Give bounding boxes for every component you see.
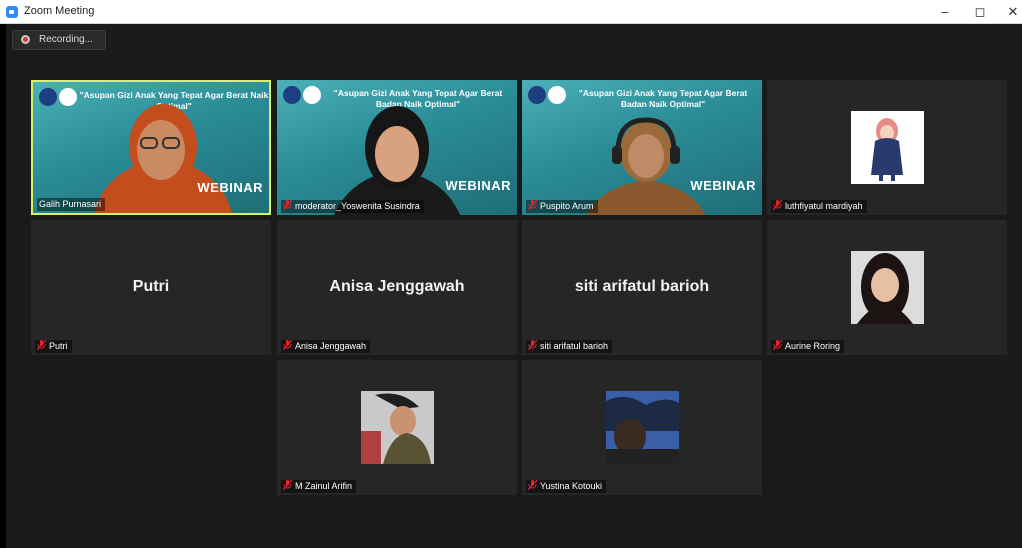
organizer-logo-icon <box>39 88 57 106</box>
participant-video-person <box>94 104 232 213</box>
participant-name: Putri <box>49 341 68 351</box>
participant-name: M Zainul Arifin <box>295 481 353 491</box>
participant-tile-putri[interactable]: Putri Putri <box>31 220 271 355</box>
portrait-photo-icon <box>361 391 434 464</box>
participant-name-tag: Anisa Jenggawah <box>281 340 371 353</box>
profile-picture <box>851 111 924 184</box>
participant-name-tag: Aurine Roring <box>771 340 845 353</box>
muted-mic-icon <box>773 340 782 350</box>
participant-name-tag: luthfiyatul mardiyah <box>771 200 867 213</box>
profile-picture <box>606 391 679 464</box>
participant-tile-anisa-jenggawah[interactable]: Anisa Jenggawah Anisa Jenggawah <box>277 220 517 355</box>
portrait-photo-icon <box>606 391 679 464</box>
participant-tile-puspito-arum[interactable]: "Asupan Gizi Anak Yang Tepat Agar Berat … <box>522 80 762 215</box>
restore-button[interactable]: ◻ <box>965 2 995 22</box>
record-icon <box>21 35 30 44</box>
organizer-logo-icon <box>283 86 301 104</box>
participant-name-tag: Putri <box>35 340 72 353</box>
participant-display-name: Putri <box>132 278 170 295</box>
participant-name-tag: siti arifatul barioh <box>526 340 613 353</box>
portrait-photo-icon <box>851 251 924 324</box>
participant-name: moderator_Yoswenita Susindra <box>295 201 420 211</box>
webinar-label: WEBINAR <box>197 180 263 195</box>
participant-tile-moderator[interactable]: "Asupan Gizi Anak Yang Tepat Agar Berat … <box>277 80 517 215</box>
participant-video-person <box>334 106 460 215</box>
profile-picture <box>851 251 924 324</box>
webinar-label: WEBINAR <box>445 178 511 193</box>
participant-name-tag: Puspito Arum <box>526 200 598 213</box>
university-logo-icon <box>59 88 77 106</box>
profile-picture <box>361 391 434 464</box>
muted-mic-icon <box>528 480 537 490</box>
organizer-logo-icon <box>528 86 546 104</box>
participant-name: Puspito Arum <box>540 201 594 211</box>
window-title: Zoom Meeting <box>24 5 95 17</box>
muted-mic-icon <box>773 200 782 210</box>
university-logo-icon <box>548 86 566 104</box>
participant-name-tag: M Zainul Arifin <box>281 480 357 493</box>
participant-name-tag: Yustina Kotouki <box>526 480 607 493</box>
participant-display-name: Anisa Jenggawah <box>329 278 465 295</box>
muted-mic-icon <box>283 480 292 490</box>
participant-name: Yustina Kotouki <box>540 481 603 491</box>
muted-mic-icon <box>528 200 537 210</box>
participant-display-name: siti arifatul barioh <box>574 278 710 295</box>
title-bar: Zoom Meeting – ◻ ✕ <box>0 0 1022 24</box>
zoom-app-icon <box>6 6 18 18</box>
participant-name: luthfiyatul mardiyah <box>785 201 863 211</box>
participant-tile-luthfiyatul-mardiyah[interactable]: luthfiyatul mardiyah <box>767 80 1007 215</box>
participant-tile-aurine-roring[interactable]: Aurine Roring <box>767 220 1007 355</box>
muted-mic-icon <box>37 340 46 350</box>
participant-tile-m-zainul-arifin[interactable]: M Zainul Arifin <box>277 360 517 495</box>
participant-tile-yustina-kotouki[interactable]: Yustina Kotouki <box>522 360 762 495</box>
webinar-label: WEBINAR <box>690 178 756 193</box>
muted-mic-icon <box>283 200 292 210</box>
webinar-banner-text: "Asupan Gizi Anak Yang Tepat Agar Berat … <box>578 88 748 109</box>
participant-name-tag: Galih Purnasari <box>37 198 106 211</box>
close-button[interactable]: ✕ <box>998 2 1022 22</box>
participant-name: siti arifatul barioh <box>540 341 609 351</box>
muted-mic-icon <box>283 340 292 350</box>
participant-name: Aurine Roring <box>785 341 841 351</box>
cartoon-avatar-icon <box>871 118 903 181</box>
minimize-button[interactable]: – <box>930 2 960 22</box>
participant-name-tag: moderator_Yoswenita Susindra <box>281 200 424 213</box>
participant-name: Galih Purnasari <box>39 199 102 209</box>
participant-tile-siti-arifatul-barioh[interactable]: siti arifatul barioh siti arifatul bario… <box>522 220 762 355</box>
recording-indicator[interactable]: Recording... <box>12 30 106 50</box>
participant-tile-galih-purnasari[interactable]: "Asupan Gizi Anak Yang Tepat Agar Berat … <box>31 80 271 215</box>
participant-name: Anisa Jenggawah <box>295 341 367 351</box>
recording-label: Recording... <box>39 34 93 45</box>
muted-mic-icon <box>528 340 537 350</box>
